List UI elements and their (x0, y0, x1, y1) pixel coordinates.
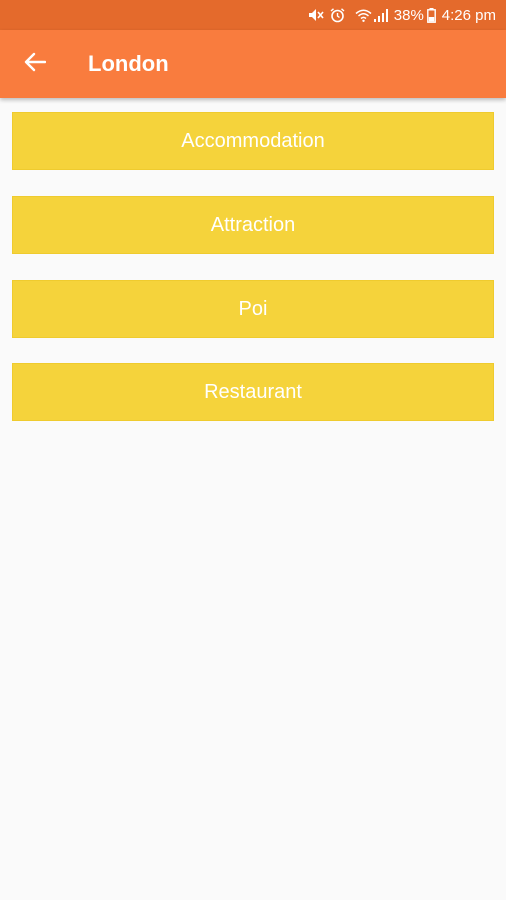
status-bar: 38% 4:26 pm (0, 0, 506, 30)
app-bar: London (0, 30, 506, 98)
poi-button[interactable]: Poi (12, 280, 494, 338)
mute-icon (308, 8, 324, 22)
status-time: 4:26 pm (441, 6, 496, 24)
button-label: Poi (238, 297, 268, 320)
wifi-icon (355, 9, 372, 22)
restaurant-button[interactable]: Restaurant (12, 363, 494, 421)
signal-icon (373, 8, 388, 22)
button-label: Accommodation (181, 129, 325, 152)
back-button[interactable] (12, 41, 58, 87)
alarm-icon (330, 7, 345, 23)
button-label: Restaurant (204, 380, 302, 403)
arrow-left-icon (24, 52, 47, 77)
attraction-button[interactable]: Attraction (12, 196, 494, 254)
battery-icon (426, 7, 436, 23)
page-title: London (88, 51, 169, 76)
button-label: Attraction (210, 213, 296, 236)
battery-percentage: 38% (393, 6, 424, 24)
accommodation-button[interactable]: Accommodation (12, 112, 494, 170)
